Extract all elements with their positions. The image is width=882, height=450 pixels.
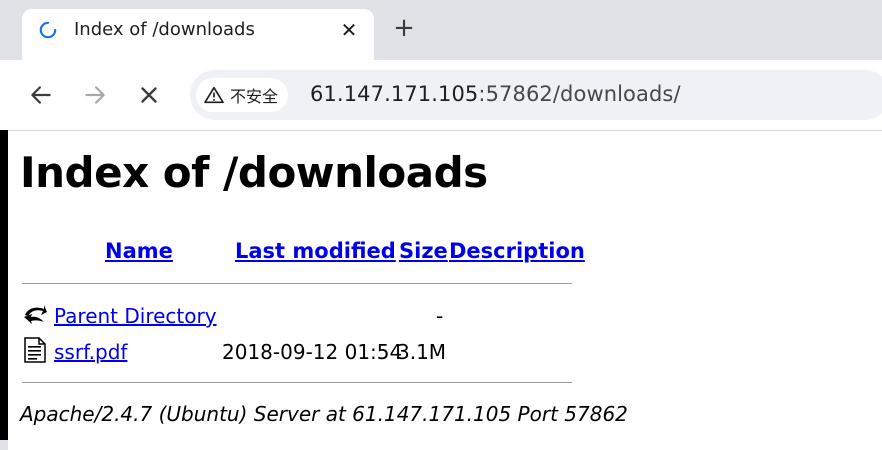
row-size: 3.1M [397, 340, 447, 364]
back-arrow-icon[interactable] [28, 82, 54, 108]
row-size: - [436, 304, 444, 328]
toolbar: 不安全 61.147.171.105:57862/downloads/ [0, 60, 882, 131]
row-name-link[interactable]: ssrf.pdf [54, 340, 127, 364]
document-icon [24, 337, 46, 363]
security-indicator[interactable]: 不安全 [196, 78, 289, 112]
tab-strip: Index of /downloads ✕ + [0, 0, 882, 60]
forward-arrow-icon[interactable] [82, 82, 108, 108]
url-path: :57862/downloads/ [478, 82, 681, 106]
column-header-description[interactable]: Description [449, 239, 585, 263]
column-header-last-modified[interactable]: Last modified [235, 239, 396, 263]
column-header-name[interactable]: Name [105, 239, 173, 263]
security-label: 不安全 [230, 87, 279, 106]
page-title: Index of /downloads [20, 148, 488, 197]
address-bar[interactable]: 不安全 61.147.171.105:57862/downloads/ [190, 70, 882, 120]
loading-spinner-icon [39, 21, 57, 39]
header-divider [22, 283, 572, 284]
page-content: Index of /downloads Name Last modified S… [20, 130, 880, 450]
row-name-link[interactable]: Parent Directory [54, 304, 217, 328]
column-header-size[interactable]: Size [399, 239, 448, 263]
back-arrow-icon [24, 305, 47, 324]
url-host: 61.147.171.105 [310, 82, 479, 106]
warning-triangle-icon [204, 86, 224, 104]
tab-active[interactable]: Index of /downloads ✕ [22, 9, 374, 60]
tab-close-icon[interactable]: ✕ [338, 19, 360, 41]
stop-loading-icon[interactable] [136, 82, 162, 108]
window-edge-dark [0, 130, 8, 440]
row-last-modified: 2018-09-12 01:54 [222, 340, 403, 364]
footer-divider [22, 382, 572, 383]
new-tab-button[interactable]: + [392, 15, 416, 41]
tab-title: Index of /downloads [74, 19, 255, 40]
url-text[interactable]: 61.147.171.105:57862/downloads/ [310, 82, 681, 106]
server-signature: Apache/2.4.7 (Ubuntu) Server at 61.147.1… [20, 402, 628, 426]
